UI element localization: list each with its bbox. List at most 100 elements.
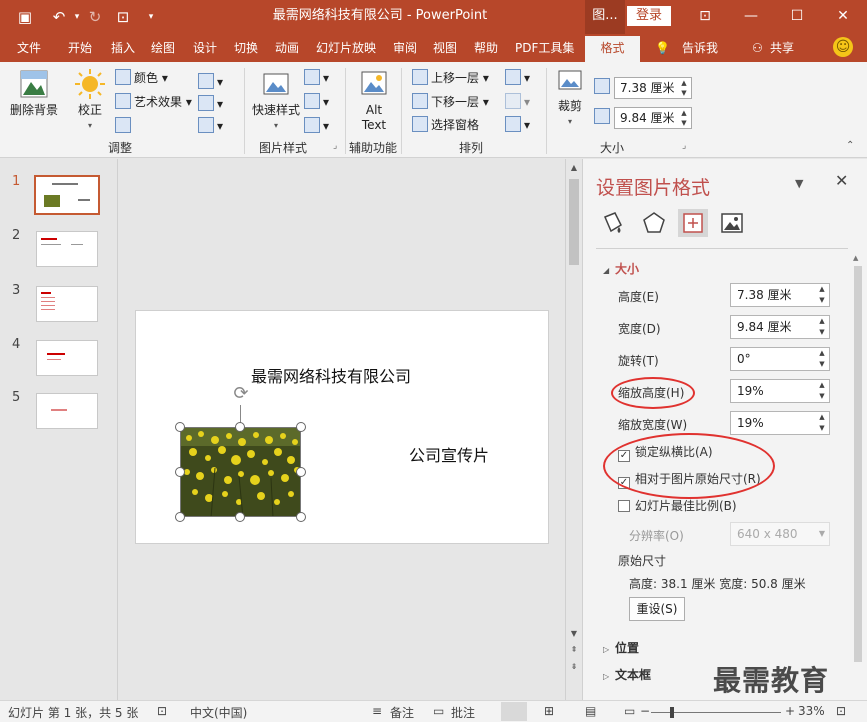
tab-view[interactable]: 视图	[433, 34, 457, 62]
section-size-header[interactable]: ◢ 大小	[603, 260, 639, 277]
pane-scrollbar[interactable]: ▲	[851, 254, 865, 684]
width-input[interactable]: 9.84 厘米 ▲ ▼	[730, 315, 830, 339]
picture-tools-context-tab[interactable]: 图...	[585, 0, 625, 34]
language-indicator[interactable]: 中文(中国)	[190, 704, 247, 721]
shape-width-stepper[interactable]: ▲ ▼	[677, 108, 691, 128]
slide-vertical-scrollbar[interactable]: ▲ ▼ ⇞ ⇟	[565, 159, 581, 700]
close-icon[interactable]: ✕	[820, 0, 866, 32]
customize-toolbar-icon[interactable]: ▾	[140, 6, 162, 28]
zoom-slider-knob[interactable]	[670, 707, 675, 718]
shape-height-input[interactable]: 7.38 厘米 ▲ ▼	[614, 77, 692, 99]
picture-icon[interactable]	[717, 209, 747, 237]
section-textbox-header[interactable]: ▷ 文本框	[603, 666, 651, 683]
share-button[interactable]: 共享	[770, 34, 794, 62]
tab-transitions[interactable]: 切换	[234, 34, 258, 62]
slide-thumbnail-5[interactable]	[36, 393, 98, 429]
pane-scroll-up-icon[interactable]: ▲	[853, 254, 858, 262]
group-objects-button[interactable]: ▾	[505, 92, 530, 112]
save-icon[interactable]: ▣	[14, 6, 36, 28]
zoom-in-icon[interactable]: +	[785, 704, 795, 718]
effects-pentagon-icon[interactable]	[639, 209, 669, 237]
next-slide-icon[interactable]: ⇟	[569, 662, 579, 671]
remove-background-button[interactable]: 删除背景	[6, 68, 62, 118]
tab-insert[interactable]: 插入	[111, 34, 135, 62]
fill-line-icon[interactable]	[597, 209, 627, 237]
scale-width-stepper[interactable]: ▲ ▼	[815, 412, 829, 434]
width-stepper[interactable]: ▲ ▼	[815, 316, 829, 338]
tab-review[interactable]: 审阅	[393, 34, 417, 62]
login-button[interactable]: 登录	[627, 6, 671, 26]
tab-slideshow[interactable]: 幻灯片放映	[316, 34, 376, 62]
corrections-button[interactable]: 校正 ▾	[70, 68, 110, 133]
minimize-icon[interactable]: —	[728, 0, 774, 32]
slide-thumbnail-4[interactable]	[36, 340, 98, 376]
pane-close-icon[interactable]: ✕	[835, 171, 848, 190]
height-input[interactable]: 7.38 厘米 ▲ ▼	[730, 283, 830, 307]
tab-animations[interactable]: 动画	[275, 34, 299, 62]
presentation-icon[interactable]: ⊡	[112, 6, 134, 28]
tab-pdf-tools[interactable]: PDF工具集	[515, 34, 574, 62]
comments-button[interactable]: 批注	[451, 704, 475, 721]
previous-slide-icon[interactable]: ⇞	[569, 645, 579, 654]
tell-me-box[interactable]: 告诉我	[682, 34, 718, 62]
slide-thumbnail-1[interactable]	[34, 175, 100, 215]
feedback-smiley-icon[interactable]: ☺	[833, 37, 853, 57]
spellcheck-icon[interactable]: ⊡	[157, 704, 167, 718]
slide-title-text[interactable]: 最需网络科技有限公司	[251, 363, 411, 387]
resize-handle-top[interactable]	[235, 422, 245, 432]
slide-sorter-icon[interactable]: ⊞	[544, 704, 554, 718]
bring-forward-button[interactable]: 上移一层 ▾	[412, 68, 489, 88]
alt-text-button[interactable]: Alt Text	[352, 68, 396, 133]
scrollbar-thumb[interactable]	[569, 179, 579, 265]
slide-subtitle-text[interactable]: 公司宣传片	[409, 442, 489, 466]
tab-file[interactable]: 文件	[17, 34, 41, 62]
pane-scrollbar-thumb[interactable]	[854, 266, 862, 662]
reset-button[interactable]: 重设(S)	[629, 597, 685, 621]
maximize-icon[interactable]: ☐	[774, 0, 820, 32]
send-backward-button[interactable]: 下移一层 ▾	[412, 92, 489, 112]
tab-draw[interactable]: 绘图	[151, 34, 175, 62]
reading-view-icon[interactable]: ▤	[585, 704, 596, 718]
comments-icon[interactable]: ▭	[433, 704, 444, 718]
resize-handle-left[interactable]	[175, 467, 185, 477]
zoom-level[interactable]: 33%	[798, 704, 825, 718]
size-launcher-icon[interactable]: ⌟	[682, 142, 691, 151]
rotate-handle-icon[interactable]: ⟳	[230, 383, 252, 405]
resize-handle-bottom[interactable]	[235, 512, 245, 522]
align-button[interactable]: ▾	[505, 68, 530, 88]
rotation-input[interactable]: 0° ▲ ▼	[730, 347, 830, 371]
resize-handle-top-right[interactable]	[296, 422, 306, 432]
fit-slide-icon[interactable]: ⊡	[836, 704, 846, 718]
resize-handle-right[interactable]	[296, 467, 306, 477]
tab-home[interactable]: 开始	[68, 34, 92, 62]
picture-layout-button[interactable]: ▾	[304, 116, 329, 136]
crop-button[interactable]: 裁剪 ▾	[552, 68, 588, 129]
resize-handle-top-left[interactable]	[175, 422, 185, 432]
quick-styles-button[interactable]: 快速样式 ▾	[250, 68, 302, 133]
pane-options-dropdown-icon[interactable]: ▼	[795, 177, 803, 190]
rotation-stepper[interactable]: ▲ ▼	[815, 348, 829, 370]
picture-border-button[interactable]: ▾	[304, 68, 329, 88]
height-stepper[interactable]: ▲ ▼	[815, 284, 829, 306]
ribbon-display-icon[interactable]: ⊡	[682, 0, 728, 32]
tab-help[interactable]: 帮助	[474, 34, 498, 62]
section-position-header[interactable]: ▷ 位置	[603, 639, 639, 656]
notes-button[interactable]: 备注	[390, 704, 414, 721]
scroll-up-icon[interactable]: ▲	[569, 163, 579, 172]
resize-handle-bottom-left[interactable]	[175, 512, 185, 522]
artistic-effects-button[interactable]: 艺术效果 ▾	[115, 92, 192, 112]
resolution-select[interactable]: 640 x 480 ▼	[730, 522, 830, 546]
slide-thumbnail-2[interactable]	[36, 231, 98, 267]
compress-pictures-button[interactable]: ▾	[198, 72, 223, 92]
scale-width-input[interactable]: 19% ▲ ▼	[730, 411, 830, 435]
scroll-down-icon[interactable]: ▼	[569, 629, 579, 638]
reset-picture-button[interactable]: ▾	[198, 116, 223, 136]
size-properties-icon[interactable]	[678, 209, 708, 237]
slide-thumbnail-3[interactable]	[36, 286, 98, 322]
resize-handle-bottom-right[interactable]	[296, 512, 306, 522]
scale-height-stepper[interactable]: ▲ ▼	[815, 380, 829, 402]
normal-view-icon[interactable]	[501, 702, 527, 721]
slideshow-icon[interactable]: ▭	[624, 704, 635, 718]
picture-styles-launcher-icon[interactable]: ⌟	[333, 142, 342, 151]
picture-effects-button[interactable]: ▾	[304, 92, 329, 112]
